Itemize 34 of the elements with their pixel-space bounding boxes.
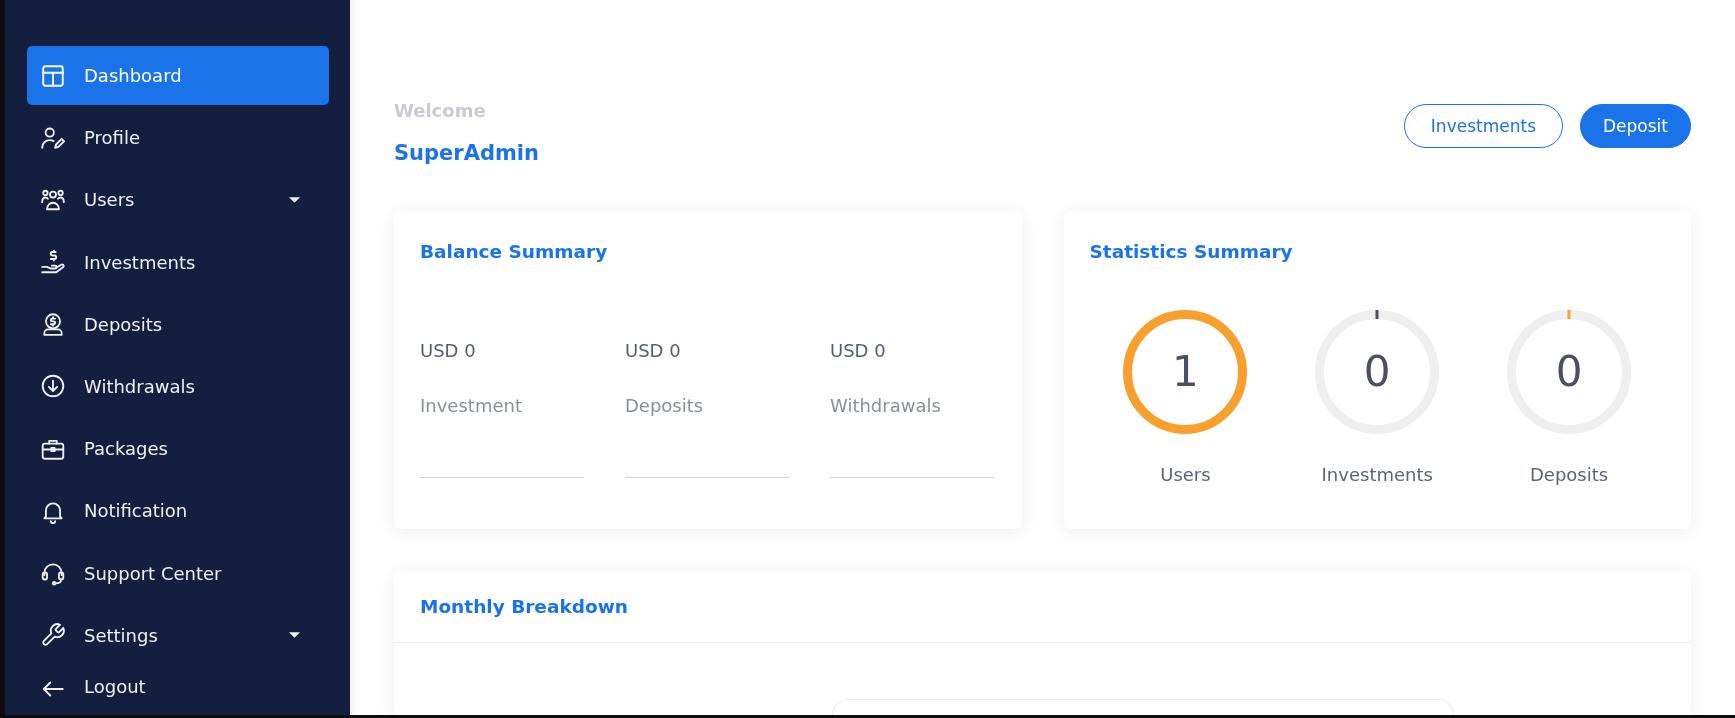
arrow-down-circle-icon [40,373,66,400]
stat-value: 1 [1172,348,1199,396]
sidebar-item[interactable]: Deposits [27,294,329,354]
dollar-coin-icon [40,311,66,338]
amount-label: Withdrawals [830,395,942,417]
sidebar-item[interactable]: Dashboard [27,46,329,105]
sidebar-item[interactable]: Packages [27,419,329,479]
wrench-icon [40,622,66,649]
stat-label: Investments [1321,464,1433,486]
stat-value: 0 [1363,348,1391,396]
sidebar-item[interactable]: Support Center [27,543,329,603]
amount-value: USD 0 [420,340,477,362]
amount-label: Investment [420,395,523,417]
amount-value: USD 0 [830,340,887,362]
amount-value: USD 0 [625,340,682,362]
stat-value: 0 [1555,348,1583,396]
dashboard-icon [40,62,66,89]
outline-button[interactable]: Investments [1403,104,1563,148]
sidebar-item[interactable]: Settings [27,605,329,665]
sidebar-item[interactable]: Logout [27,667,329,714]
stat-label: Users [1160,464,1211,486]
card-title: Monthly Breakdown [420,595,629,619]
sidebar-item[interactable]: Profile [27,108,329,168]
sidebar-item[interactable]: Withdrawals [27,356,329,416]
card-title: Statistics Summary [1089,240,1294,264]
amount-label: Deposits [625,395,705,417]
card-title: Balance Summary [420,240,609,264]
sidebar-item[interactable]: Investments [27,232,329,292]
sidebar-item[interactable]: Notification [27,481,329,541]
primary-button[interactable]: Deposit [1580,104,1691,148]
stat-label: Deposits [1529,464,1609,486]
hand-dollar-icon [40,249,66,276]
sidebar-item[interactable]: Users [27,170,329,230]
user-name: SuperAdmin [394,140,540,166]
